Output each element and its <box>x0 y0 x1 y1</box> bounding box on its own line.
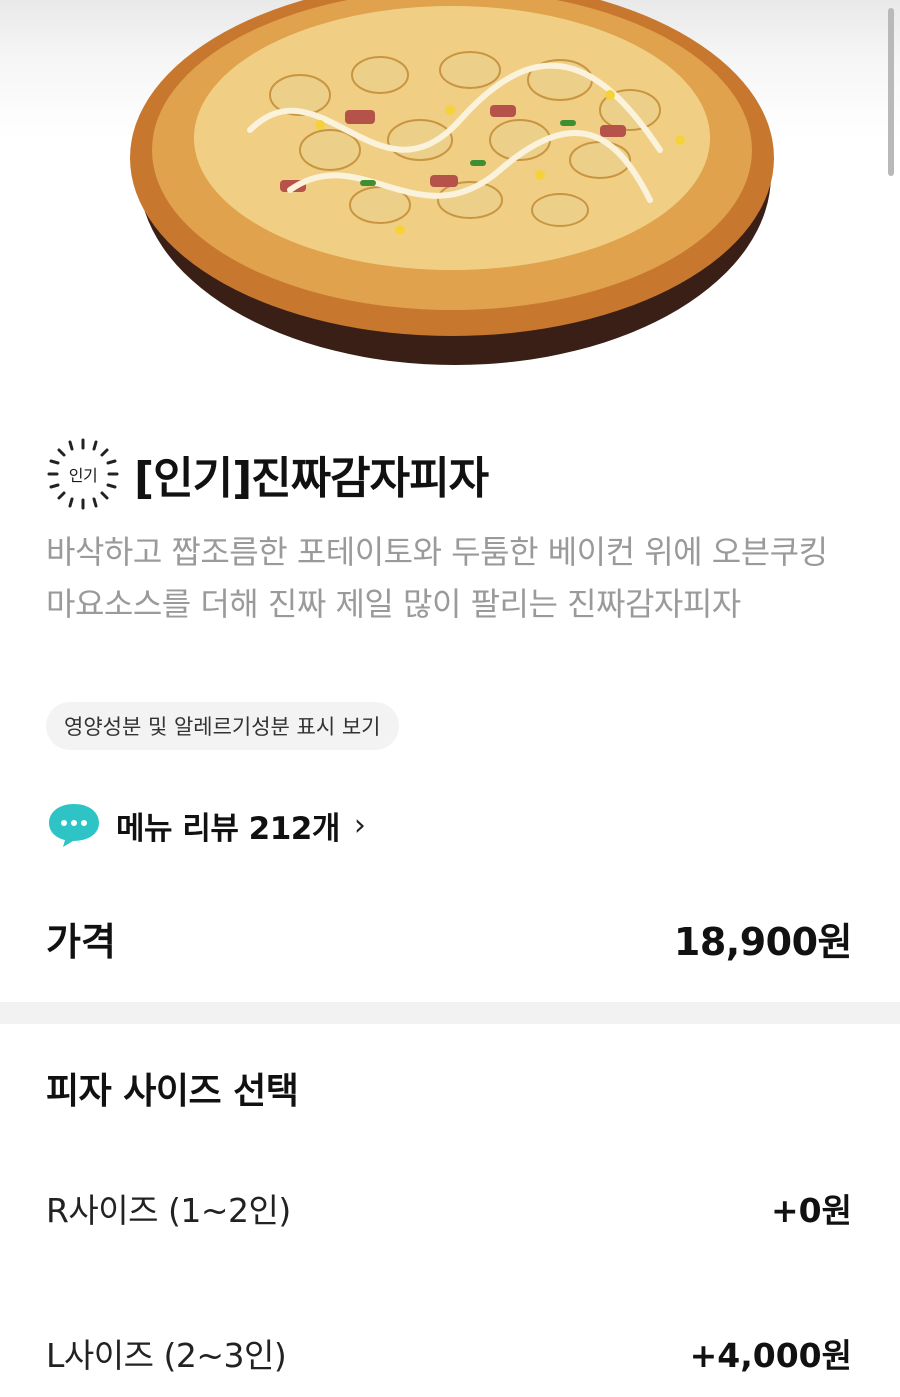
price-label: 가격 <box>46 919 116 964</box>
pizza-illustration <box>130 0 774 365</box>
size-section-title: 피자 사이즈 선택 <box>46 1071 299 1112</box>
menu-review-link[interactable]: 메뉴 리뷰 212개 › <box>46 797 366 853</box>
product-title: [인기]진짜감자피자 <box>134 453 489 504</box>
popular-badge: 인기 <box>46 437 120 511</box>
section-divider <box>0 1002 900 1024</box>
price-value: 18,900원 <box>673 919 853 964</box>
price-row: 가격 18,900원 <box>46 908 853 968</box>
size-option-price: +4,000원 <box>689 1336 852 1375</box>
badge-label: 인기 <box>68 466 98 485</box>
size-option-r[interactable]: R사이즈 (1~2인) +0원 <box>46 1180 852 1236</box>
product-title-row: 인기 [인기]진짜감자피자 <box>46 436 489 512</box>
size-option-label: L사이즈 (2~3인) <box>46 1336 287 1375</box>
size-option-price: +0원 <box>771 1191 852 1230</box>
product-image <box>0 0 900 400</box>
scrollbar[interactable] <box>888 8 894 176</box>
size-option-l[interactable]: L사이즈 (2~3인) +4,000원 <box>46 1325 852 1381</box>
product-description: 바삭하고 짭조름한 포테이토와 두툼한 베이컨 위에 오븐쿠킹 마요소스를 더해… <box>46 533 828 623</box>
chevron-right-icon: › <box>353 807 366 843</box>
size-option-label: R사이즈 (1~2인) <box>46 1191 291 1230</box>
review-count-label: 메뉴 리뷰 212개 <box>116 810 340 847</box>
nutrition-info-button[interactable]: 영양성분 및 알레르기성분 표시 보기 <box>46 702 399 750</box>
chat-bubble-icon <box>49 804 99 847</box>
